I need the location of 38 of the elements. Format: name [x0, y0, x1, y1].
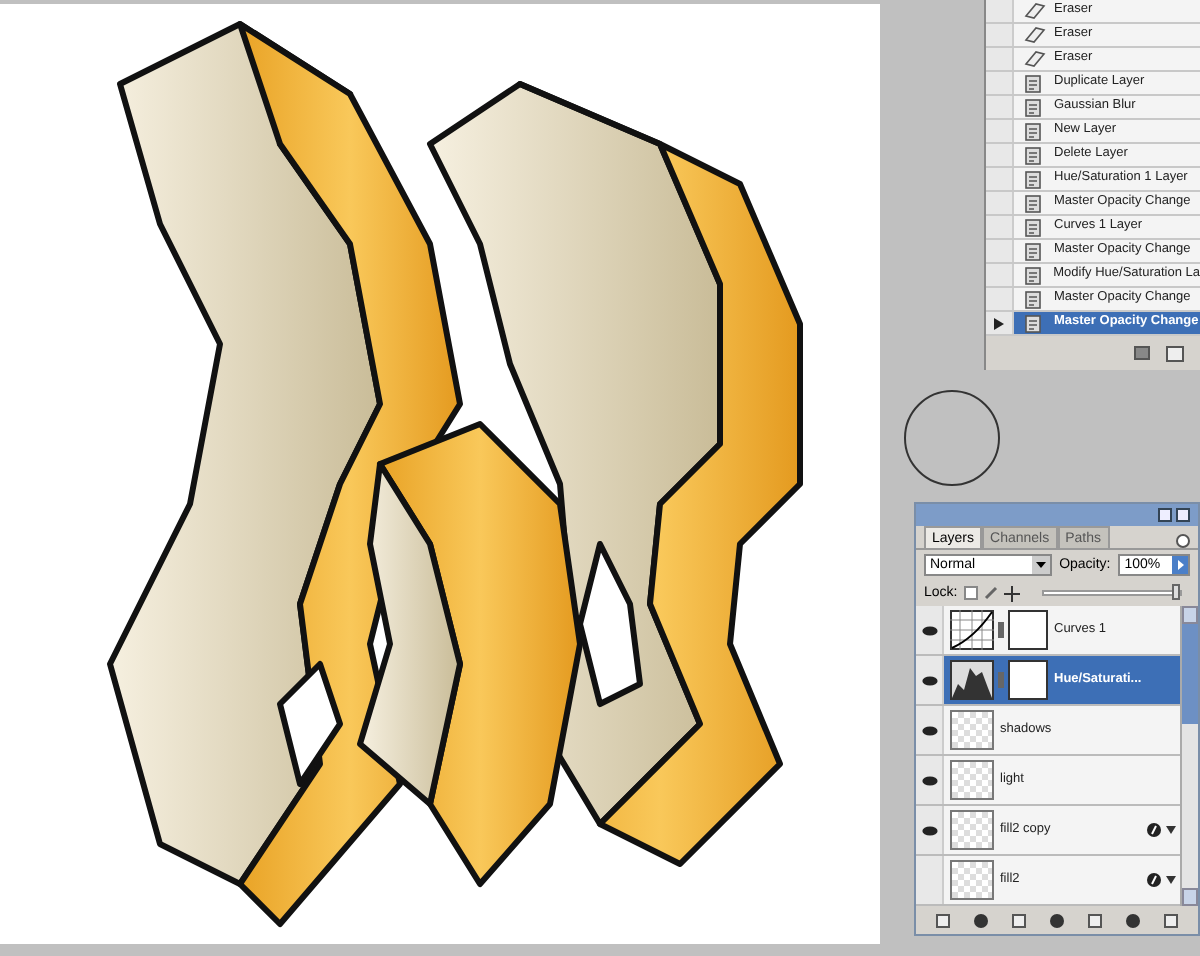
- lock-transparency-icon[interactable]: [963, 586, 978, 600]
- eye-icon[interactable]: [921, 625, 937, 635]
- slider-thumb[interactable]: [1171, 584, 1180, 600]
- caret-icon: [1172, 556, 1188, 574]
- panel-menu-icon[interactable]: [1176, 534, 1190, 548]
- histogram-thumbnail: [950, 660, 994, 700]
- eye-icon[interactable]: [921, 825, 937, 835]
- caret-icon[interactable]: [1166, 826, 1176, 834]
- document-icon: [1024, 241, 1044, 261]
- transparent-thumbnail: [950, 860, 994, 900]
- eye-icon[interactable]: [921, 675, 937, 685]
- transparent-thumbnail: [950, 810, 994, 850]
- transparent-thumbnail: [950, 710, 994, 750]
- document-icon: [1024, 73, 1044, 93]
- mask-thumbnail: [1008, 660, 1048, 700]
- eye-icon[interactable]: [921, 775, 937, 785]
- mask-thumbnail: [1008, 610, 1048, 650]
- document-icon: [1024, 217, 1044, 237]
- caret-icon[interactable]: [1166, 876, 1176, 884]
- eye-icon[interactable]: [921, 725, 937, 735]
- move-icon[interactable]: [1003, 585, 1020, 601]
- document-icon: [1024, 169, 1044, 189]
- document-icon: [1024, 193, 1044, 213]
- curves-thumbnail: [950, 610, 994, 650]
- close-button[interactable]: [1176, 508, 1190, 522]
- document-icon: [1024, 121, 1044, 141]
- state-arrow-icon: [994, 317, 1004, 329]
- minimize-button[interactable]: [1158, 508, 1172, 522]
- scrollbar[interactable]: [1180, 606, 1198, 906]
- document-icon: [1024, 145, 1044, 165]
- eraser-icon: [1023, 2, 1045, 20]
- document-icon: [1024, 97, 1044, 117]
- document-icon: [1024, 313, 1044, 333]
- document-icon: [1024, 289, 1044, 309]
- transparent-thumbnail: [950, 760, 994, 800]
- brush-cursor-icon: [904, 390, 1000, 486]
- document-icon: [1023, 265, 1044, 285]
- caret-icon: [1031, 556, 1050, 574]
